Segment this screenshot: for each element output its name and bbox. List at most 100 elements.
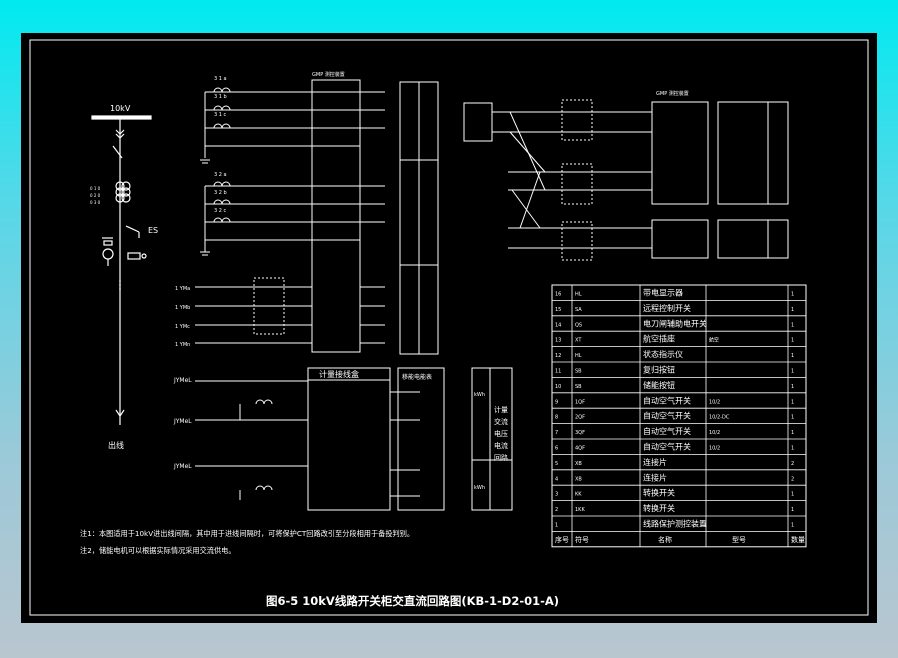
svg-text:1 YMa: 1 YMa <box>175 286 190 292</box>
table-cell-name: 储能按钮 <box>643 380 675 390</box>
svg-text:1 YMn: 1 YMn <box>175 342 190 348</box>
input-label-3: JYMeL <box>173 463 192 470</box>
svg-text:3 1 c: 3 1 c <box>214 112 227 118</box>
table-cell-name: 远程控制开关 <box>643 303 691 313</box>
table-cell-no: 13 <box>555 338 561 344</box>
table-cell-sym: XB <box>575 461 582 467</box>
table-cell-no: 4 <box>555 476 558 482</box>
input-label-1: JYMeL <box>173 377 192 384</box>
table-cell-sym: HL <box>575 353 582 359</box>
table-cell-model: 10/2 <box>709 399 720 405</box>
note-1: 注1：本图适用于10kV进出线间隔，其中用于进线间隔时，可将保护CT回路改引至分… <box>80 529 414 538</box>
svg-text:3 1 a: 3 1 a <box>214 76 227 82</box>
table-cell-name: 带电显示器 <box>643 287 683 297</box>
table-header-cell: 序号 <box>555 535 569 544</box>
table-cell-no: 7 <box>555 430 558 436</box>
svg-text:计量: 计量 <box>494 405 508 414</box>
svg-text:1 YMc: 1 YMc <box>175 324 190 330</box>
table-cell-qty: 1 <box>791 384 794 390</box>
kwh-label-a: kWh <box>474 392 485 398</box>
table-cell-no: 14 <box>555 322 561 328</box>
table-cell-qty: 1 <box>791 507 794 513</box>
control-device-label: GMP 测控装置 <box>656 90 689 97</box>
kwh-label-b: kWh <box>474 485 485 491</box>
energy-meter-title: 移能电能表 <box>402 373 432 381</box>
table-cell-sym: 4QF <box>575 445 585 451</box>
table-cell-qty: 1 <box>791 430 794 436</box>
meter-vertical-label: 计量 交流 电压 电流 回路 <box>494 405 508 462</box>
table-cell-sym: KK <box>575 492 582 498</box>
table-cell-qty: 1 <box>791 322 794 328</box>
table-cell-model: 10/2 <box>709 445 720 451</box>
metering-box-title: 计量接线盒 <box>319 369 359 379</box>
outlet-label: 出线 <box>108 440 124 450</box>
table-cell-name: 连接片 <box>643 472 667 482</box>
table-cell-qty: 1 <box>791 307 794 313</box>
table-cell-name: 自动空气开关 <box>643 426 691 436</box>
svg-text:1 YMb: 1 YMb <box>175 305 190 311</box>
table-cell-no: 1 <box>555 522 558 528</box>
svg-text:回路: 回路 <box>494 453 508 462</box>
ct-device-label: GMP 测控装置 <box>312 71 345 78</box>
table-cell-name: 连接片 <box>643 457 667 467</box>
table-cell-no: 3 <box>555 492 558 498</box>
table-cell-name: 自动空气开关 <box>643 395 691 405</box>
table-cell-no: 16 <box>555 291 561 297</box>
table-cell-qty: 1 <box>791 291 794 297</box>
table-header-cell: 符号 <box>575 535 589 544</box>
table-cell-sym: SB <box>575 368 582 374</box>
table-cell-sym: SB <box>575 384 582 390</box>
table-header-cell: 型号 <box>732 535 746 544</box>
table-cell-sym: SA <box>575 307 582 313</box>
svg-text:0 3 0: 0 3 0 <box>90 200 101 205</box>
table-cell-name: 自动空气开关 <box>643 411 691 421</box>
table-cell-sym: 3QF <box>575 430 585 436</box>
table-cell-no: 15 <box>555 307 561 313</box>
svg-text:3 2 b: 3 2 b <box>214 190 227 196</box>
table-cell-qty: 2 <box>791 476 794 482</box>
svg-text:交流: 交流 <box>494 417 508 426</box>
table-cell-sym: QS <box>575 322 582 328</box>
svg-text:3 2 c: 3 2 c <box>214 208 227 214</box>
table-cell-qty: 1 <box>791 492 794 498</box>
table-cell-name: 电刀闸辅助电开关 <box>643 318 707 328</box>
table-cell-no: 8 <box>555 415 558 421</box>
table-cell-sym: XT <box>575 338 582 344</box>
table-cell-name: 转换开关 <box>643 503 675 513</box>
table-cell-sym: 2QF <box>575 415 585 421</box>
table-cell-no: 9 <box>555 399 558 405</box>
table-cell-qty: 1 <box>791 368 794 374</box>
table-cell-model: 10/2-DC <box>709 415 730 421</box>
schematic-drawing: 10kV 0 1 0 0 2 0 0 3 0 ES 出线 GMP 测控装置 3 … <box>21 33 877 623</box>
svg-text:0 1 0: 0 1 0 <box>90 186 101 191</box>
table-cell-no: 11 <box>555 368 561 374</box>
svg-text:0 2 0: 0 2 0 <box>90 193 101 198</box>
table-cell-no: 10 <box>555 384 561 390</box>
table-cell-no: 6 <box>555 445 558 451</box>
table-cell-sym: XB <box>575 476 582 482</box>
table-cell-qty: 1 <box>791 522 794 528</box>
table-cell-model: 10/2 <box>709 430 720 436</box>
busbar <box>91 115 152 120</box>
table-cell-sym: HL <box>575 291 582 297</box>
bus-voltage-label: 10kV <box>110 104 131 113</box>
table-cell-qty: 2 <box>791 461 794 467</box>
note-2: 注2，储能电机可以根据实际情况采用交流供电。 <box>80 546 236 555</box>
es-label: ES <box>148 226 158 235</box>
table-cell-name: 状态指示仪 <box>643 349 683 359</box>
table-header-cell: 名称 <box>658 535 672 544</box>
table-cell-qty: 1 <box>791 445 794 451</box>
table-cell-qty: 1 <box>791 415 794 421</box>
table-cell-no: 2 <box>555 507 558 513</box>
table-cell-sym: 1QF <box>575 399 585 405</box>
table-cell-qty: 1 <box>791 338 794 344</box>
input-label-2: JYMeL <box>173 418 192 425</box>
table-cell-model: 航空 <box>709 337 719 344</box>
table-cell-name: 复归按钮 <box>643 364 675 374</box>
svg-text:电流: 电流 <box>494 441 508 450</box>
table-cell-qty: 1 <box>791 399 794 405</box>
svg-text:3 2 a: 3 2 a <box>214 172 227 178</box>
table-cell-qty: 1 <box>791 353 794 359</box>
table-cell-name: 转换开关 <box>643 488 675 498</box>
table-cell-name: 线路保护测控装置 <box>643 518 707 528</box>
